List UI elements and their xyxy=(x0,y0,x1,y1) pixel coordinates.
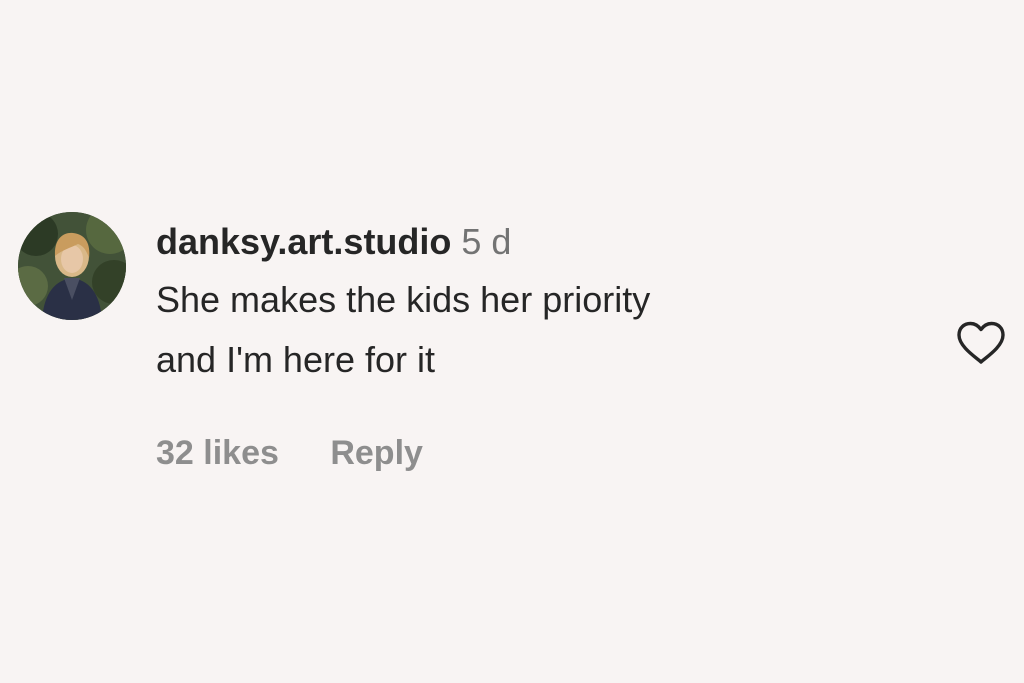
avatar[interactable] xyxy=(18,212,126,320)
comment-body: danksy.art.studio 5 d She makes the kids … xyxy=(156,220,876,390)
comment-item: danksy.art.studio 5 d She makes the kids … xyxy=(18,210,1008,480)
comment-text-line-1: She makes the kids her priority xyxy=(156,279,651,320)
likes-count-link[interactable]: 32 likes xyxy=(156,434,279,473)
comment-text-line-2: and I'm here for it xyxy=(156,339,435,380)
comment-text: She makes the kids her priority and I'm … xyxy=(156,270,876,390)
username-link[interactable]: danksy.art.studio xyxy=(156,221,451,262)
comment-actions: 32 likes Reply xyxy=(156,434,423,473)
comment-header: danksy.art.studio 5 d xyxy=(156,220,876,264)
reply-button[interactable]: Reply xyxy=(330,434,423,473)
comment-timestamp: 5 d xyxy=(461,221,512,262)
avatar-photo-icon xyxy=(18,212,126,320)
heart-outline-icon xyxy=(957,321,1005,364)
comment-page: danksy.art.studio 5 d She makes the kids … xyxy=(0,0,1024,683)
like-button[interactable] xyxy=(955,320,1007,366)
